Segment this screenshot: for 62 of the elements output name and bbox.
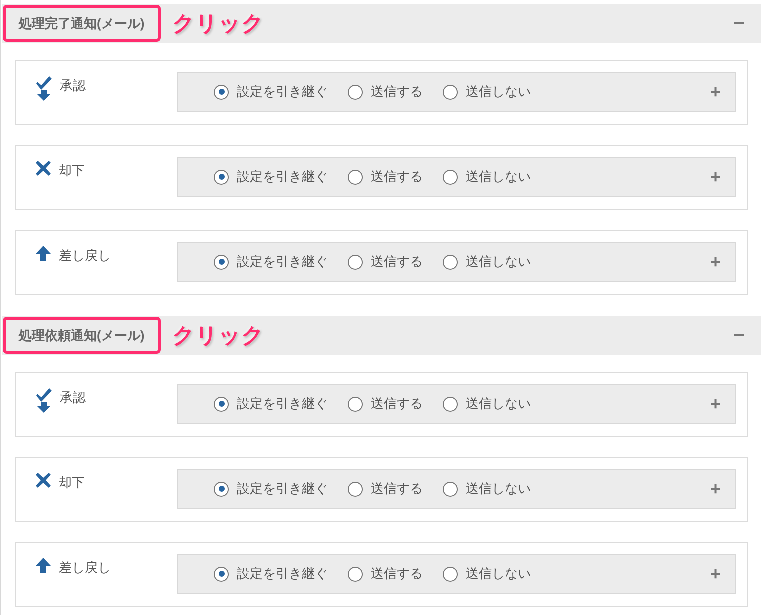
radio-button[interactable] (443, 84, 458, 100)
radio-button[interactable] (214, 170, 229, 184)
collapse-toggle[interactable]: − (733, 320, 745, 350)
expand-toggle[interactable]: + (710, 560, 721, 588)
action-label: 却下 (59, 474, 85, 492)
radio-button[interactable] (348, 84, 363, 100)
expand-toggle[interactable]: + (710, 164, 721, 190)
radio-button[interactable] (214, 566, 229, 582)
expand-toggle[interactable]: + (710, 390, 721, 418)
radio-option[interactable]: 設定を引き継ぐ (214, 479, 328, 499)
radio-option[interactable]: 送信しない (443, 252, 531, 272)
radio-option[interactable]: 送信しない (443, 394, 531, 414)
expand-toggle[interactable]: + (710, 476, 721, 502)
radio-option[interactable]: 送信しない (443, 167, 531, 187)
radio-button[interactable] (214, 396, 229, 412)
section-header[interactable]: 処理完了通知(メール) クリック − (2, 4, 761, 43)
close-icon (36, 473, 51, 488)
radio-button[interactable] (443, 170, 458, 184)
radio-option[interactable]: 送信する (348, 167, 423, 187)
radio-option[interactable]: 設定を引き継ぐ (214, 394, 328, 414)
click-annotation: クリック (172, 322, 265, 350)
action-label: 差し戻し (59, 247, 111, 265)
radio-button[interactable] (348, 170, 363, 184)
action-label: 差し戻し (59, 559, 111, 577)
radio-option[interactable]: 送信しない (443, 479, 531, 499)
radio-option[interactable]: 送信する (348, 252, 423, 272)
radio-button[interactable] (443, 566, 458, 582)
action-label: 承認 (60, 77, 86, 95)
collapse-toggle[interactable]: − (733, 8, 745, 38)
expand-toggle[interactable]: + (710, 248, 721, 276)
radio-button[interactable] (443, 482, 458, 496)
up-arrow-icon (36, 246, 51, 261)
radio-option[interactable]: 設定を引き継ぐ (214, 564, 328, 584)
radio-button[interactable] (214, 254, 229, 270)
radio-button[interactable] (443, 254, 458, 270)
radio-option[interactable]: 送信しない (443, 82, 531, 102)
radio-button[interactable] (214, 482, 229, 496)
section-title: 処理依頼通知(メール) (3, 317, 161, 354)
section-header[interactable]: 処理依頼通知(メール) クリック − (2, 316, 761, 355)
section-title: 処理完了通知(メール) (3, 5, 161, 42)
radio-button[interactable] (348, 482, 363, 496)
radio-option[interactable]: 送信しない (443, 564, 531, 584)
radio-option[interactable]: 送信する (348, 564, 423, 584)
close-icon (36, 161, 51, 176)
radio-option[interactable]: 設定を引き継ぐ (214, 167, 328, 187)
radio-button[interactable] (443, 396, 458, 412)
up-arrow-icon (36, 558, 51, 573)
expand-toggle[interactable]: + (710, 78, 721, 106)
check-and-down-arrow-icon (36, 76, 52, 102)
radio-option[interactable]: 送信する (348, 394, 423, 414)
radio-button[interactable] (214, 84, 229, 100)
click-annotation: クリック (172, 10, 265, 38)
check-and-down-arrow-icon (36, 388, 52, 414)
radio-button[interactable] (348, 566, 363, 582)
action-label: 却下 (59, 162, 85, 180)
radio-option[interactable]: 設定を引き継ぐ (214, 252, 328, 272)
radio-option[interactable]: 設定を引き継ぐ (214, 82, 328, 102)
action-label: 承認 (60, 389, 86, 407)
radio-button[interactable] (348, 254, 363, 270)
radio-button[interactable] (348, 396, 363, 412)
radio-option[interactable]: 送信する (348, 82, 423, 102)
radio-option[interactable]: 送信する (348, 479, 423, 499)
